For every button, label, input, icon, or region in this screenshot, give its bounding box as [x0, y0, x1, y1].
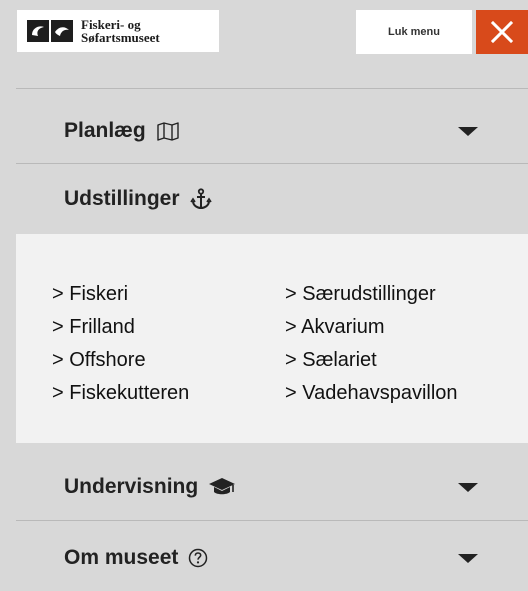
close-button[interactable] [476, 10, 528, 54]
submenu-link[interactable]: > Frilland [52, 311, 189, 344]
wave-logo-icon [27, 20, 73, 42]
submenu-link[interactable]: > Særudstillinger [285, 278, 458, 311]
chevron-down-icon [458, 553, 478, 563]
exhibitions-submenu: > Fiskeri > Frilland > Offshore > Fiskek… [16, 234, 528, 443]
menu-item-exhibitions[interactable]: Udstillinger [0, 168, 528, 230]
menu-item-about[interactable]: Om museet [0, 530, 528, 586]
menu-item-teaching-label: Undervisning [64, 475, 199, 498]
logo-line-2: Søfartsmuseet [81, 30, 160, 45]
museum-logo[interactable]: Fiskeri- og Søfartsmuseet [17, 10, 219, 52]
question-circle-icon [189, 548, 208, 568]
close-icon [491, 21, 513, 43]
map-icon [156, 122, 179, 141]
submenu-link[interactable]: > Vadehavspavillon [285, 377, 458, 410]
menu-item-teaching[interactable]: Undervisning [0, 458, 528, 516]
top-bar: Fiskeri- og Søfartsmuseet Luk menu [0, 0, 528, 88]
submenu-link[interactable]: > Fiskekutteren [52, 377, 189, 410]
logo-text: Fiskeri- og Søfartsmuseet [81, 18, 160, 44]
anchor-icon [189, 188, 212, 210]
submenu-right-column: > Særudstillinger > Akvarium > Sælariet … [285, 278, 458, 410]
submenu-link[interactable]: > Offshore [52, 344, 189, 377]
menu-item-plan[interactable]: Planlæg [0, 100, 528, 162]
menu-item-plan-label: Planlæg [64, 119, 146, 142]
divider [16, 520, 528, 521]
menu-item-exhibitions-label: Udstillinger [64, 187, 180, 210]
submenu-left-column: > Fiskeri > Frilland > Offshore > Fiskek… [52, 278, 189, 410]
divider [16, 163, 528, 164]
submenu-link[interactable]: > Sælariet [285, 344, 458, 377]
chevron-down-icon [458, 482, 478, 492]
close-menu-button[interactable]: Luk menu [356, 10, 472, 54]
chevron-down-icon [458, 126, 478, 136]
divider [16, 88, 528, 89]
menu-item-about-label: Om museet [64, 546, 179, 569]
close-menu-label: Luk menu [388, 26, 440, 38]
submenu-link[interactable]: > Akvarium [285, 311, 458, 344]
submenu-link[interactable]: > Fiskeri [52, 278, 189, 311]
graduation-cap-icon [209, 478, 236, 495]
